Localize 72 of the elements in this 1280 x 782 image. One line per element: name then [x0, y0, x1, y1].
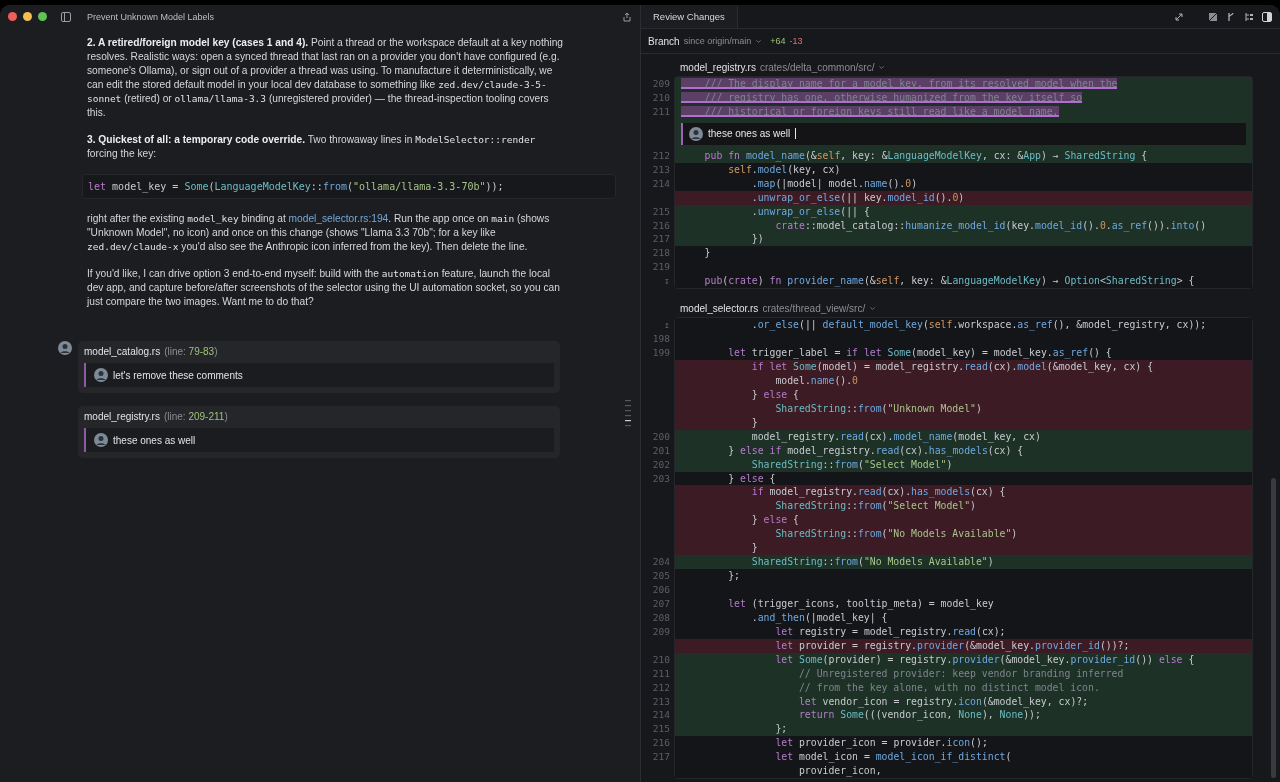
comment-quote: let's remove these comments: [84, 363, 554, 387]
expand-icon[interactable]: [1174, 11, 1184, 22]
scrollbar[interactable]: [1271, 478, 1276, 778]
line-number: 214: [651, 176, 670, 191]
removed-count: -13: [789, 36, 803, 46]
line-number: 219: [651, 260, 670, 275]
comment-quote: these ones as well: [84, 428, 554, 452]
line-number: 211: [651, 666, 670, 681]
branch-icon[interactable]: [1226, 11, 1236, 22]
avatar: [94, 433, 108, 447]
file-name[interactable]: model_registry.rs: [84, 411, 160, 422]
message-paragraph: 3. Quickest of all: a temporary code override. Two throwaway lines in ModelSelector::render forcing the key:: [87, 133, 537, 161]
line-number: 216: [651, 736, 670, 751]
line-number: 200: [651, 429, 670, 444]
line-number: 212: [651, 148, 670, 163]
close-button[interactable]: [8, 12, 17, 21]
line-number: 199: [651, 346, 670, 361]
file-name[interactable]: model_selector.rs: [680, 302, 759, 314]
maximize-button[interactable]: [38, 12, 47, 21]
added-count: +64: [770, 36, 786, 46]
base-ref[interactable]: since origin/main: [683, 36, 752, 46]
branch-label: Branch: [648, 35, 680, 47]
comment-highlight: /// registry has one, otherwise humanized from the key itself so: [681, 91, 1083, 103]
line-number: ↥: [663, 318, 670, 333]
line-number: 217: [651, 750, 670, 765]
message-paragraph: If you'd like, I can drive option 3 end-to-end myself: build with the automation feature, launch the local dev app, and capture before/after screenshots of the selector using the UI automation socket, so you can just compare the two images. Want me to do that?: [87, 267, 561, 309]
line-number: 216: [651, 218, 670, 233]
line-number: 214: [651, 708, 670, 723]
comment-highlight: /// historical or foreign keys still read like a model name.: [681, 105, 1059, 117]
code-block: let model_key = Some(LanguageModelKey::from("ollama/llama-3.3-70b"));: [82, 174, 616, 199]
file-path: crates/thread_view/src/: [762, 302, 866, 314]
line-number: 213: [651, 694, 670, 709]
line-number: 209: [651, 77, 670, 91]
line-number: 209: [651, 624, 670, 639]
line-number: 217: [651, 232, 670, 247]
diff-icon[interactable]: [1208, 11, 1218, 22]
line-number: 215: [651, 722, 670, 737]
file-name[interactable]: model_catalog.rs: [84, 346, 161, 357]
line-number: 213: [651, 162, 670, 177]
line-number: 204: [651, 555, 670, 570]
line-number: 218: [651, 246, 670, 261]
tree-icon[interactable]: [1244, 11, 1254, 22]
file-path: crates/delta_common/src/: [759, 61, 875, 73]
line-number: 212: [651, 680, 670, 695]
file-name[interactable]: model_registry.rs: [680, 61, 756, 73]
avatar: [94, 368, 108, 382]
line-number: 206: [651, 583, 670, 597]
avatar: [689, 126, 703, 141]
line-number: 198: [651, 332, 670, 347]
line-number: 210: [651, 90, 670, 105]
minimize-button[interactable]: [23, 12, 32, 21]
line-number: 211: [651, 104, 670, 119]
comment-highlight: /// The display name for a model key, from its resolved model when the: [681, 78, 1118, 89]
window-title: Prevent Unknown Model Labels: [87, 11, 216, 22]
message-paragraph: 2. A retired/foreign model key (cases 1 and 4). Point a thread or the workspace default at a key nothing resolves. Realistic ways: open a synced thread that last ran on a provider you don't have configured (e.g. someone's Ollama), or sign out of a provider a thread was using. To manufacture it deterministically, we can edit the stored default model in your local dev database to something like zed.dev/claude-3-5-sonnet (retired) or ollama/llama-3.3 (unregistered provider) — the thread-inspection tooling covers this.: [87, 36, 565, 120]
line-number: 208: [651, 610, 670, 625]
line-number: 203: [651, 471, 670, 486]
line-range: (line: 79-83): [164, 346, 218, 357]
line-number: 202: [651, 457, 670, 472]
line-number: 201: [651, 443, 670, 458]
line-range: (line: 209-211): [163, 411, 228, 422]
line-number: 205: [651, 569, 670, 584]
inline-comment[interactable]: these ones as well: [681, 122, 1246, 145]
panel-icon[interactable]: [1262, 11, 1272, 22]
line-number: 215: [651, 204, 670, 219]
sidebar-icon[interactable]: [61, 11, 71, 22]
message-paragraph: right after the existing model_key binding at model_selector.rs:194. Run the app once on main (shows "Unknown Model", no icon) and once on this change (shows "Llama 3.3 70b"; for a key like zed.dev/claude-x you'd also see the Anthropic icon inferred from the key). Then delete the line.: [87, 212, 551, 254]
line-number: 210: [651, 652, 670, 667]
line-number: ↧: [663, 274, 670, 289]
share-icon[interactable]: [622, 11, 632, 22]
line-number: 207: [651, 596, 670, 611]
review-changes-tab[interactable]: Review Changes: [641, 5, 738, 28]
